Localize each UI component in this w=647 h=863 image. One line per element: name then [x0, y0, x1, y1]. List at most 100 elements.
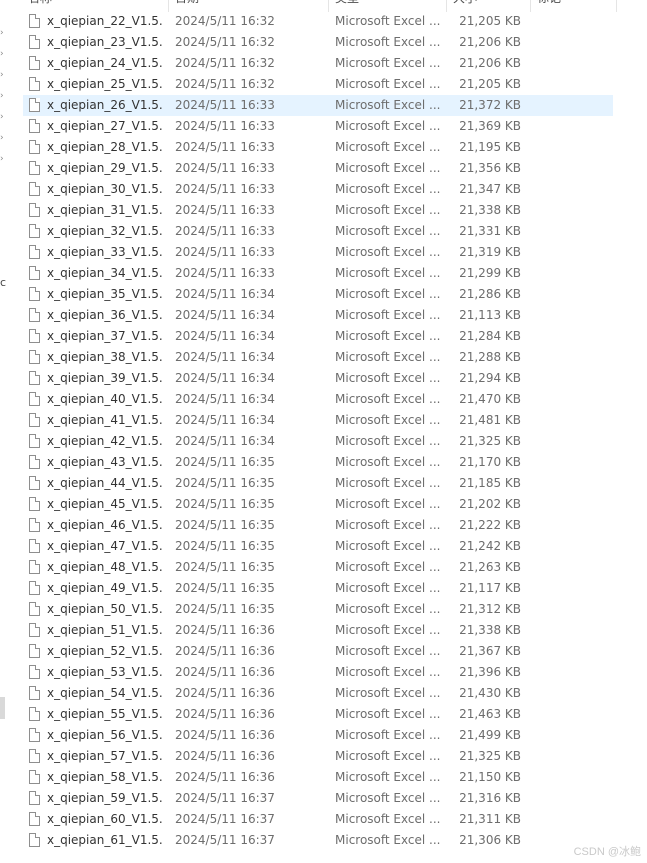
file-date: 2024/5/11 16:35 [175, 455, 275, 469]
file-row[interactable]: x_qiepian_48_V1.5... 2024/5/11 16:35 Micro… [0, 557, 647, 578]
file-name: x_qiepian_55_V1.5... [47, 707, 163, 721]
file-row[interactable]: x_qiepian_27_V1.5... 2024/5/11 16:33 Micro… [0, 116, 647, 137]
file-size: 21,117 KB [459, 581, 521, 595]
file-row[interactable]: x_qiepian_35_V1.5... 2024/5/11 16:34 Micro… [0, 284, 647, 305]
file-type: Microsoft Excel ... [335, 140, 441, 154]
file-size: 21,331 KB [459, 224, 521, 238]
file-type: Microsoft Excel ... [335, 224, 441, 238]
file-type: Microsoft Excel ... [335, 14, 441, 28]
file-row[interactable]: x_qiepian_41_V1.5... 2024/5/11 16:34 Micro… [0, 410, 647, 431]
file-size: 21,338 KB [459, 203, 521, 217]
file-row[interactable]: x_qiepian_30_V1.5... 2024/5/11 16:33 Micro… [0, 179, 647, 200]
file-icon [29, 350, 40, 364]
file-type: Microsoft Excel ... [335, 203, 441, 217]
file-row[interactable]: x_qiepian_55_V1.5... 2024/5/11 16:36 Micro… [0, 704, 647, 725]
file-row[interactable]: x_qiepian_54_V1.5... 2024/5/11 16:36 Micro… [0, 683, 647, 704]
file-size: 21,294 KB [459, 371, 521, 385]
file-type: Microsoft Excel ... [335, 392, 441, 406]
file-size: 21,325 KB [459, 749, 521, 763]
file-date: 2024/5/11 16:36 [175, 686, 275, 700]
file-row[interactable]: x_qiepian_43_V1.5... 2024/5/11 16:35 Micro… [0, 452, 647, 473]
file-name: x_qiepian_29_V1.5... [47, 161, 163, 175]
file-name: x_qiepian_56_V1.5... [47, 728, 163, 742]
file-name: x_qiepian_25_V1.5... [47, 77, 163, 91]
file-row[interactable]: x_qiepian_23_V1.5... 2024/5/11 16:32 Micro… [0, 32, 647, 53]
file-row[interactable]: x_qiepian_22_V1.5... 2024/5/11 16:32 Micro… [0, 11, 647, 32]
file-date: 2024/5/11 16:35 [175, 560, 275, 574]
file-name: x_qiepian_58_V1.5... [47, 770, 163, 784]
file-name: x_qiepian_40_V1.5... [47, 392, 163, 406]
file-icon [29, 182, 40, 196]
file-size: 21,369 KB [459, 119, 521, 133]
file-row[interactable]: x_qiepian_47_V1.5... 2024/5/11 16:35 Micro… [0, 536, 647, 557]
file-type: Microsoft Excel ... [335, 308, 441, 322]
file-icon [29, 308, 40, 322]
file-icon [29, 728, 40, 742]
file-type: Microsoft Excel ... [335, 350, 441, 364]
file-row[interactable]: x_qiepian_51_V1.5... 2024/5/11 16:36 Micro… [0, 620, 647, 641]
file-row[interactable]: x_qiepian_34_V1.5... 2024/5/11 16:33 Micro… [0, 263, 647, 284]
file-name: x_qiepian_27_V1.5... [47, 119, 163, 133]
file-type: Microsoft Excel ... [335, 518, 441, 532]
file-row[interactable]: x_qiepian_25_V1.5... 2024/5/11 16:32 Micro… [0, 74, 647, 95]
file-type: Microsoft Excel ... [335, 707, 441, 721]
file-row[interactable]: x_qiepian_42_V1.5... 2024/5/11 16:34 Micro… [0, 431, 647, 452]
file-date: 2024/5/11 16:37 [175, 833, 275, 847]
file-type: Microsoft Excel ... [335, 665, 441, 679]
file-row[interactable]: x_qiepian_29_V1.5... 2024/5/11 16:33 Micro… [0, 158, 647, 179]
file-name: x_qiepian_44_V1.5... [47, 476, 163, 490]
file-explorer-window: 名称 日期 类型 大小 标记 › › › › › › › c x_qiepian… [0, 0, 647, 863]
file-row[interactable]: x_qiepian_28_V1.5... 2024/5/11 16:33 Micro… [0, 137, 647, 158]
file-row[interactable]: x_qiepian_45_V1.5... 2024/5/11 16:35 Micro… [0, 494, 647, 515]
file-icon [29, 245, 40, 259]
file-date: 2024/5/11 16:32 [175, 56, 275, 70]
file-row[interactable]: x_qiepian_59_V1.5... 2024/5/11 16:37 Micro… [0, 788, 647, 809]
file-row[interactable]: x_qiepian_32_V1.5... 2024/5/11 16:33 Micro… [0, 221, 647, 242]
file-icon [29, 119, 40, 133]
file-row[interactable]: x_qiepian_38_V1.5... 2024/5/11 16:34 Micro… [0, 347, 647, 368]
file-icon [29, 455, 40, 469]
file-icon [29, 140, 40, 154]
file-row[interactable]: x_qiepian_46_V1.5... 2024/5/11 16:35 Micro… [0, 515, 647, 536]
file-row[interactable]: x_qiepian_40_V1.5... 2024/5/11 16:34 Micro… [0, 389, 647, 410]
file-row[interactable]: x_qiepian_50_V1.5... 2024/5/11 16:35 Micro… [0, 599, 647, 620]
watermark: CSDN @冰鲍 [573, 846, 641, 858]
file-row[interactable]: x_qiepian_44_V1.5... 2024/5/11 16:35 Micro… [0, 473, 647, 494]
file-name: x_qiepian_47_V1.5... [47, 539, 163, 553]
file-date: 2024/5/11 16:36 [175, 749, 275, 763]
file-date: 2024/5/11 16:34 [175, 329, 275, 343]
file-row[interactable]: x_qiepian_33_V1.5... 2024/5/11 16:33 Micro… [0, 242, 647, 263]
file-type: Microsoft Excel ... [335, 35, 441, 49]
file-row[interactable]: x_qiepian_36_V1.5... 2024/5/11 16:34 Micro… [0, 305, 647, 326]
file-row[interactable]: x_qiepian_56_V1.5... 2024/5/11 16:36 Micro… [0, 725, 647, 746]
file-icon [29, 623, 40, 637]
file-icon [29, 497, 40, 511]
file-date: 2024/5/11 16:32 [175, 14, 275, 28]
file-row[interactable]: x_qiepian_60_V1.5... 2024/5/11 16:37 Micro… [0, 809, 647, 830]
file-date: 2024/5/11 16:37 [175, 791, 275, 805]
file-size: 21,430 KB [459, 686, 521, 700]
file-row[interactable]: x_qiepian_24_V1.5... 2024/5/11 16:32 Micro… [0, 53, 647, 74]
file-row[interactable]: x_qiepian_58_V1.5... 2024/5/11 16:36 Micro… [0, 767, 647, 788]
file-type: Microsoft Excel ... [335, 539, 441, 553]
file-type: Microsoft Excel ... [335, 476, 441, 490]
file-name: x_qiepian_41_V1.5... [47, 413, 163, 427]
file-row[interactable]: x_qiepian_31_V1.5... 2024/5/11 16:33 Micro… [0, 200, 647, 221]
file-row[interactable]: x_qiepian_53_V1.5... 2024/5/11 16:36 Micro… [0, 662, 647, 683]
file-size: 21,205 KB [459, 14, 521, 28]
file-name: x_qiepian_60_V1.5... [47, 812, 163, 826]
file-row[interactable]: x_qiepian_37_V1.5... 2024/5/11 16:34 Micro… [0, 326, 647, 347]
file-size: 21,284 KB [459, 329, 521, 343]
file-icon [29, 329, 40, 343]
file-name: x_qiepian_39_V1.5... [47, 371, 163, 385]
file-row[interactable]: x_qiepian_61_V1.5... 2024/5/11 16:37 Micro… [0, 830, 647, 851]
file-size: 21,367 KB [459, 644, 521, 658]
file-row[interactable]: x_qiepian_39_V1.5... 2024/5/11 16:34 Micro… [0, 368, 647, 389]
file-row[interactable]: x_qiepian_57_V1.5... 2024/5/11 16:36 Micro… [0, 746, 647, 767]
file-row[interactable]: x_qiepian_26_V1.5... 2024/5/11 16:33 Micro… [0, 95, 647, 116]
file-type: Microsoft Excel ... [335, 749, 441, 763]
file-row[interactable]: x_qiepian_52_V1.5... 2024/5/11 16:36 Micro… [0, 641, 647, 662]
file-row[interactable]: x_qiepian_49_V1.5... 2024/5/11 16:35 Micro… [0, 578, 647, 599]
file-size: 21,195 KB [459, 140, 521, 154]
file-size: 21,113 KB [459, 308, 521, 322]
